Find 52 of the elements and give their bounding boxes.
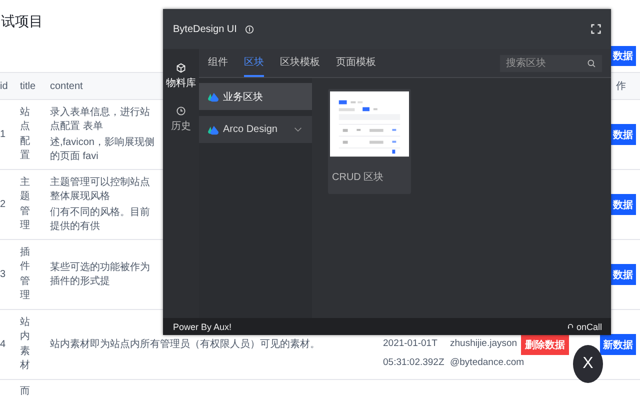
table-cell-text: 而 bbox=[20, 385, 30, 399]
category-item[interactable]: Arco Design bbox=[199, 116, 312, 143]
update-button[interactable]: 数据 bbox=[610, 264, 636, 285]
table-cell-text: 们有不同的风格。目前提供的有供 bbox=[50, 206, 151, 234]
table-cell: 4 bbox=[0, 339, 6, 350]
search-field[interactable]: 搜索区块 bbox=[500, 54, 602, 72]
table-cell-text: 站点配置 bbox=[20, 106, 30, 163]
column-header: content bbox=[50, 80, 83, 92]
table-cell-text: 站内素材 bbox=[20, 316, 30, 373]
update-button[interactable]: 数据 bbox=[610, 124, 636, 145]
page-title: 试项目 bbox=[1, 13, 43, 31]
table-cell-text: 2021-01-01T bbox=[383, 337, 438, 351]
delete-button[interactable]: 删除数据 bbox=[521, 334, 569, 355]
table-cell-text: zhushijie.jayson bbox=[450, 337, 518, 351]
table-cell: 2 bbox=[0, 199, 6, 210]
fullscreen-icon[interactable] bbox=[591, 24, 601, 34]
update-button[interactable]: 数据 bbox=[610, 194, 636, 215]
add-data-button[interactable]: 数据 bbox=[610, 46, 636, 66]
tab[interactable]: 组件 bbox=[208, 49, 228, 77]
table-cell: 站内素材即为站点内所有管理员（有权限人员）可见的素材。 bbox=[50, 338, 320, 352]
table-cell-text: 主题管理可以控制站点整体展现风格 bbox=[50, 176, 151, 204]
footer-text: Power By Aux! bbox=[173, 322, 232, 332]
droplet-logo-icon bbox=[207, 92, 219, 102]
clock-icon bbox=[176, 106, 186, 116]
cube-icon bbox=[176, 63, 186, 73]
column-header: 作 bbox=[616, 80, 626, 93]
table-cell: 1 bbox=[0, 129, 6, 140]
tab[interactable]: 区块模板 bbox=[280, 49, 320, 77]
tab[interactable]: 页面模板 bbox=[336, 49, 376, 77]
update-button[interactable]: 新数据 bbox=[600, 334, 636, 355]
chevron-down-icon[interactable] bbox=[294, 127, 302, 132]
table-cell-text: @bytedance.com bbox=[450, 356, 524, 370]
oncall-link[interactable]: onCall bbox=[576, 322, 602, 332]
panel-title: ByteDesign UI bbox=[173, 24, 237, 34]
column-header: title bbox=[20, 80, 36, 92]
search-icon[interactable] bbox=[587, 58, 596, 68]
table-cell-text: 主题管理 bbox=[20, 176, 30, 233]
block-card[interactable]: CRUD 区块 bbox=[328, 89, 411, 194]
table-cell-text: 插件管理 bbox=[20, 246, 30, 303]
nav-item[interactable]: 历史 bbox=[171, 106, 191, 133]
table-cell-text: 录入表单信息，进行站点配置 表单 bbox=[50, 106, 151, 134]
table-cell-text: 述,favicon，影响展现侧的页面 favi bbox=[50, 136, 156, 164]
info-icon[interactable] bbox=[244, 24, 254, 34]
droplet-logo-icon bbox=[207, 124, 219, 134]
table-cell: 3 bbox=[0, 269, 6, 280]
table-cell-text: 05:31:02.392Z bbox=[383, 356, 444, 370]
headset-icon[interactable] bbox=[567, 323, 574, 330]
category-item[interactable]: 业务区块 bbox=[199, 83, 312, 110]
nav-item[interactable]: 物料库 bbox=[166, 63, 196, 90]
close-button[interactable]: X bbox=[573, 345, 603, 383]
column-header: id bbox=[0, 80, 8, 92]
table-cell-text: 某些可选的功能被作为插件的形式提 bbox=[50, 260, 151, 288]
